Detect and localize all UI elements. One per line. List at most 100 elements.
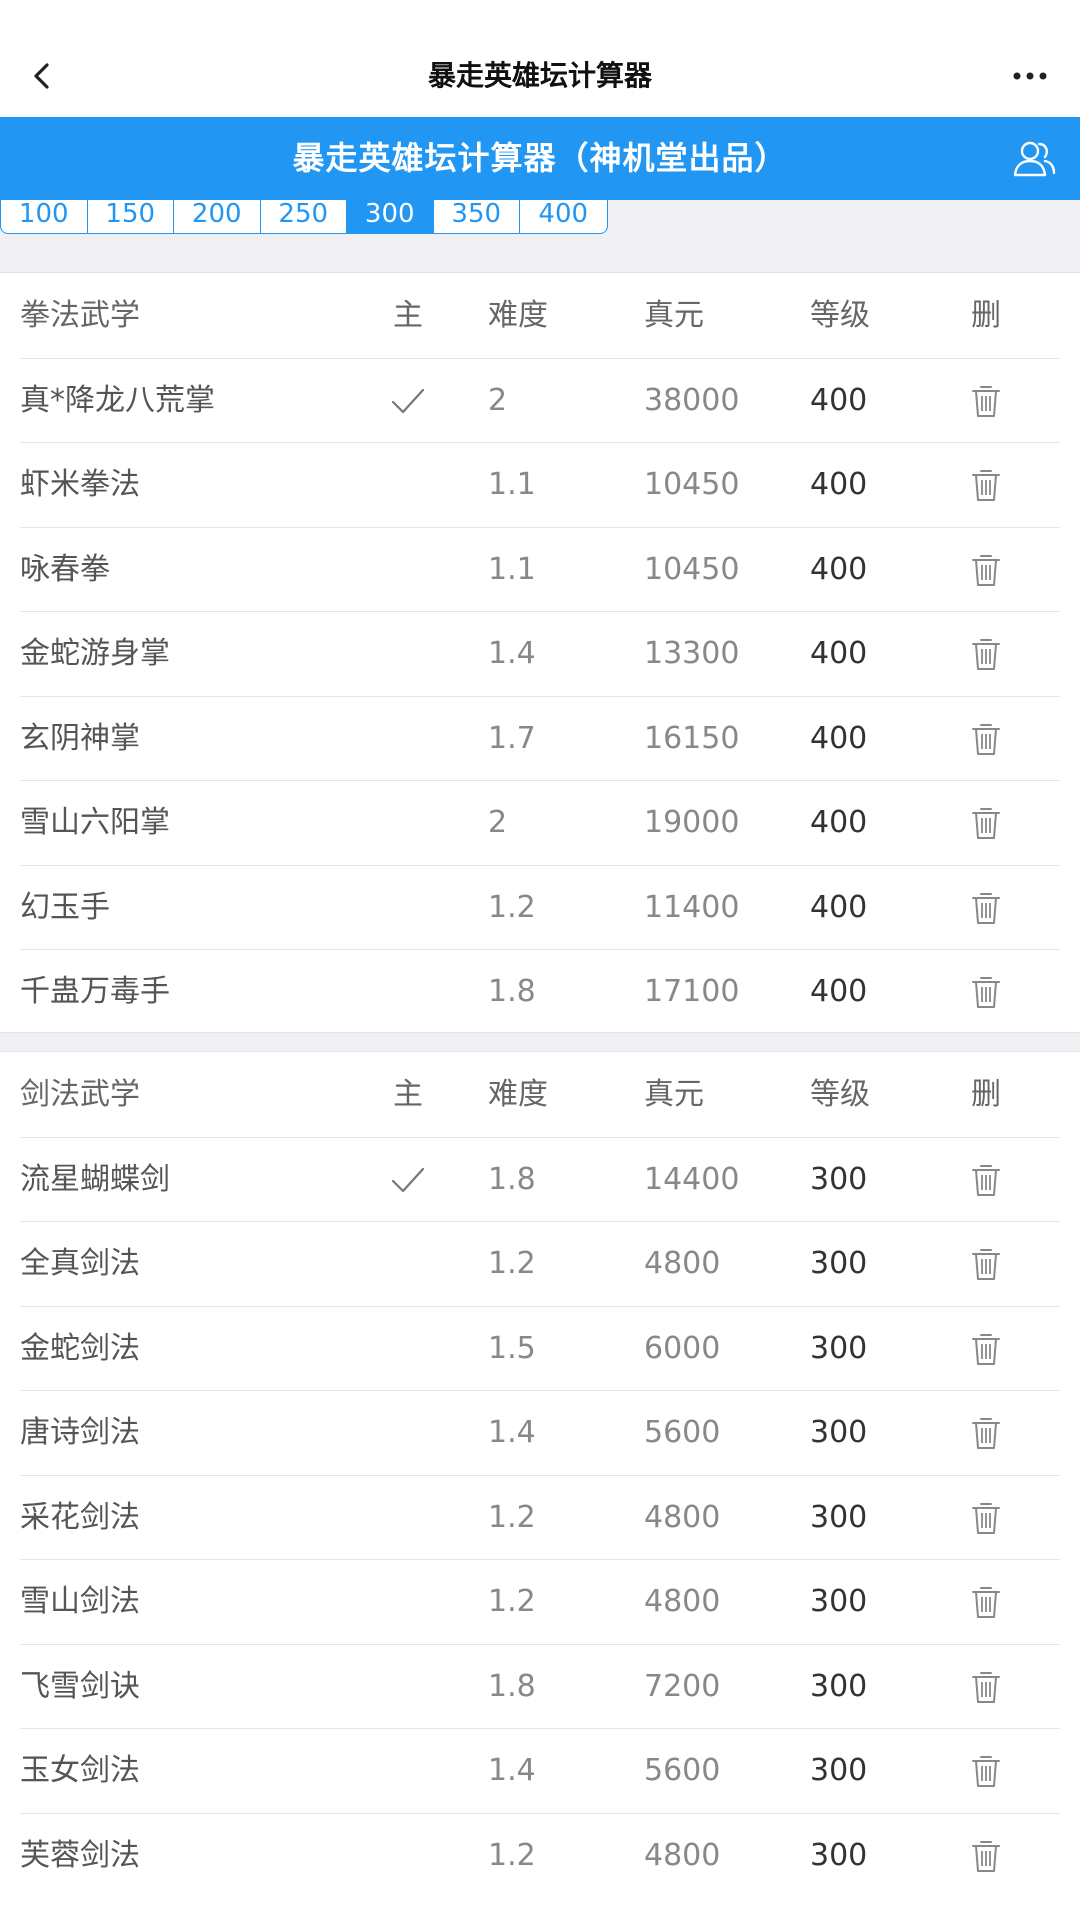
level-option-200[interactable]: 200 xyxy=(174,200,261,233)
main-skill-toggle[interactable] xyxy=(384,866,432,950)
trash-icon xyxy=(972,470,1000,501)
main-skill-toggle[interactable] xyxy=(384,950,432,1034)
delete-button[interactable] xyxy=(956,528,1016,612)
delete-button[interactable] xyxy=(956,781,1016,865)
delete-button[interactable] xyxy=(956,1307,1016,1391)
zhenyuan-value: 10450 xyxy=(644,551,740,587)
level-value[interactable]: 300 xyxy=(810,1729,867,1813)
skill-name[interactable]: 流星蝴蝶剑 xyxy=(20,1138,170,1222)
main-skill-toggle[interactable] xyxy=(384,1307,432,1391)
main-skill-toggle[interactable] xyxy=(384,443,432,527)
difficulty-value: 1.2 xyxy=(488,1837,536,1873)
delete-button[interactable] xyxy=(956,1391,1016,1475)
table-row: 飞雪剑诀 1.8 7200 300 xyxy=(20,1645,1060,1729)
level-value[interactable]: 400 xyxy=(810,781,867,865)
skill-name[interactable]: 芙蓉剑法 xyxy=(20,1814,140,1898)
main-skill-toggle[interactable] xyxy=(384,612,432,696)
zhenyuan-value: 16150 xyxy=(644,720,740,756)
level-option-250[interactable]: 250 xyxy=(261,200,347,233)
table-row: 咏春拳 1.1 10450 400 xyxy=(20,528,1060,612)
skill-name[interactable]: 玉女剑法 xyxy=(20,1729,140,1813)
skill-name[interactable]: 飞雪剑诀 xyxy=(20,1645,140,1729)
skill-name[interactable]: 虾米拳法 xyxy=(20,443,140,527)
table-row: 流星蝴蝶剑 1.8 14400 300 xyxy=(20,1138,1060,1222)
difficulty-value: 1.2 xyxy=(488,1584,536,1619)
skill-name[interactable]: 千蛊万毒手 xyxy=(20,950,170,1034)
delete-button[interactable] xyxy=(956,697,1016,781)
level-value[interactable]: 300 xyxy=(810,1814,867,1898)
skill-name[interactable]: 玄阴神掌 xyxy=(20,697,140,781)
difficulty-value: 1.2 xyxy=(488,889,536,925)
level-value[interactable]: 300 xyxy=(810,1307,867,1391)
header-name: 剑法武学 xyxy=(20,1077,140,1112)
delete-button[interactable] xyxy=(956,1476,1016,1560)
skill-name[interactable]: 金蛇剑法 xyxy=(20,1307,140,1391)
table-row: 芙蓉剑法 1.2 4800 300 xyxy=(20,1814,1060,1899)
level-value[interactable]: 300 xyxy=(810,1222,867,1306)
level-value[interactable]: 400 xyxy=(810,866,867,950)
main-skill-toggle[interactable] xyxy=(384,1476,432,1560)
more-button[interactable] xyxy=(998,52,1062,100)
level-value[interactable]: 400 xyxy=(810,443,867,527)
difficulty-value: 1.7 xyxy=(488,720,536,756)
zhenyuan-value: 5600 xyxy=(644,1415,721,1450)
level-value[interactable]: 300 xyxy=(810,1645,867,1729)
level-option-350[interactable]: 350 xyxy=(434,200,520,233)
level-value[interactable]: 300 xyxy=(810,1391,867,1475)
level-segmented-control: 100 150 200 250 300 350 400 xyxy=(0,200,608,234)
level-value[interactable]: 400 xyxy=(810,528,867,612)
delete-button[interactable] xyxy=(956,612,1016,696)
trash-icon xyxy=(972,977,1000,1008)
skill-name[interactable]: 雪山剑法 xyxy=(20,1560,140,1644)
level-value[interactable]: 400 xyxy=(810,697,867,781)
main-skill-toggle[interactable] xyxy=(384,528,432,612)
skill-name[interactable]: 咏春拳 xyxy=(20,528,110,612)
skill-name[interactable]: 雪山六阳掌 xyxy=(20,781,170,865)
main-skill-toggle[interactable] xyxy=(384,781,432,865)
level-value[interactable]: 300 xyxy=(810,1138,867,1222)
delete-button[interactable] xyxy=(956,1729,1016,1813)
level-option-150[interactable]: 150 xyxy=(88,200,174,233)
main-skill-toggle[interactable] xyxy=(384,1560,432,1644)
check-icon xyxy=(391,388,425,414)
delete-button[interactable] xyxy=(956,1222,1016,1306)
skill-name[interactable]: 真*降龙八荒掌 xyxy=(20,359,215,443)
main-skill-toggle[interactable] xyxy=(384,359,432,443)
difficulty-value: 1.2 xyxy=(488,1246,536,1281)
delete-button[interactable] xyxy=(956,359,1016,443)
main-skill-toggle[interactable] xyxy=(384,697,432,781)
delete-button[interactable] xyxy=(956,866,1016,950)
user-button[interactable] xyxy=(1010,135,1058,183)
delete-button[interactable] xyxy=(956,950,1016,1034)
main-skill-toggle[interactable] xyxy=(384,1645,432,1729)
main-skill-toggle[interactable] xyxy=(384,1814,432,1898)
delete-button[interactable] xyxy=(956,1814,1016,1898)
sword-table-header: 剑法武学 主 难度 真元 等级 删 xyxy=(20,1053,1060,1138)
main-skill-toggle[interactable] xyxy=(384,1391,432,1475)
delete-button[interactable] xyxy=(956,1645,1016,1729)
level-value[interactable]: 400 xyxy=(810,950,867,1034)
level-option-100[interactable]: 100 xyxy=(1,200,88,233)
delete-button[interactable] xyxy=(956,1560,1016,1644)
table-row: 金蛇剑法 1.5 6000 300 xyxy=(20,1307,1060,1391)
skill-name[interactable]: 金蛇游身掌 xyxy=(20,612,170,696)
delete-button[interactable] xyxy=(956,443,1016,527)
level-option-300[interactable]: 300 xyxy=(347,200,434,233)
zhenyuan-value: 10450 xyxy=(644,467,740,502)
main-skill-toggle[interactable] xyxy=(384,1138,432,1222)
header-main: 主 xyxy=(393,1077,423,1112)
header-name: 拳法武学 xyxy=(20,298,140,333)
level-value[interactable]: 300 xyxy=(810,1476,867,1560)
level-selector-strip: 100 150 200 250 300 350 400 xyxy=(0,200,1080,273)
level-value[interactable]: 400 xyxy=(810,612,867,696)
level-option-400[interactable]: 400 xyxy=(520,200,607,233)
skill-name[interactable]: 幻玉手 xyxy=(20,866,110,950)
level-value[interactable]: 400 xyxy=(810,359,867,443)
delete-button[interactable] xyxy=(956,1138,1016,1222)
skill-name[interactable]: 全真剑法 xyxy=(20,1222,140,1306)
skill-name[interactable]: 唐诗剑法 xyxy=(20,1391,140,1475)
skill-name[interactable]: 采花剑法 xyxy=(20,1476,140,1560)
main-skill-toggle[interactable] xyxy=(384,1222,432,1306)
main-skill-toggle[interactable] xyxy=(384,1729,432,1813)
level-value[interactable]: 300 xyxy=(810,1560,867,1644)
